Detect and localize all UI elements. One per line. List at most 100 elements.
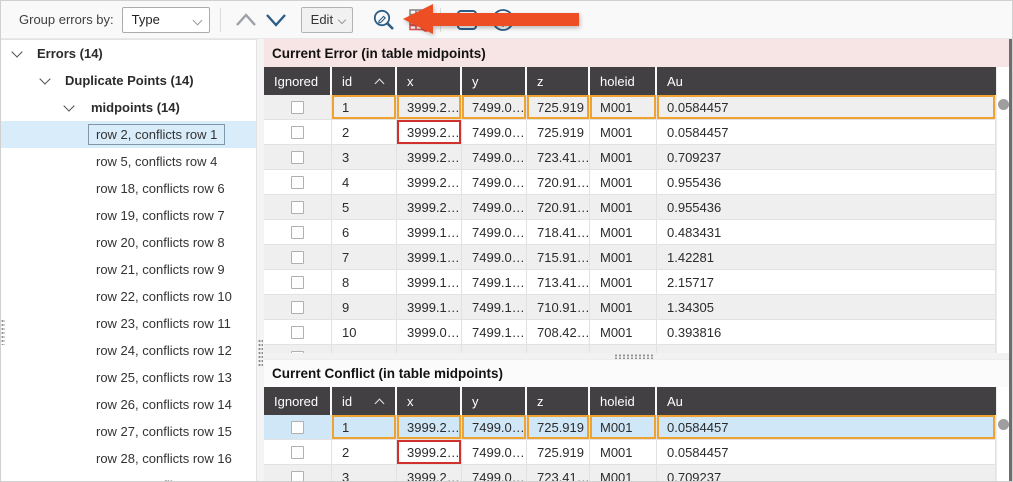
ignored-checkbox[interactable] xyxy=(291,251,304,264)
tree-item-conflict-row[interactable]: row 27, conflicts row 15 xyxy=(1,418,256,445)
ignored-checkbox[interactable] xyxy=(291,446,304,459)
x-cell[interactable]: 3999.2… xyxy=(397,440,462,465)
x-cell[interactable]: 3999.0… xyxy=(397,345,462,353)
tree-item-conflict-row[interactable]: row 5, conflicts row 4 xyxy=(1,148,256,175)
y-cell[interactable]: 7499.0… xyxy=(462,120,527,145)
column-header-y[interactable]: y xyxy=(462,387,527,415)
x-cell[interactable]: 3999.2… xyxy=(397,465,462,482)
table-row[interactable]: 83999.1…7499.1…713.41…M0012.15717 xyxy=(264,270,996,295)
holeid-cell[interactable]: M001 xyxy=(590,245,657,270)
holeid-cell[interactable]: M001 xyxy=(590,320,657,345)
y-cell[interactable]: 7499.1… xyxy=(462,270,527,295)
table-row[interactable]: 33999.2…7499.0…723.41…M0010.709237 xyxy=(264,465,996,482)
table-row[interactable]: 33999.2…7499.0…723.41…M0010.709237 xyxy=(264,145,996,170)
vertical-splitter-grip[interactable] xyxy=(258,339,263,367)
id-cell[interactable]: 5 xyxy=(332,195,397,220)
id-cell[interactable]: 6 xyxy=(332,220,397,245)
query-filter-button[interactable] xyxy=(369,5,399,35)
table-row[interactable]: 23999.2…7499.0…725.919M0010.0584457 xyxy=(264,120,996,145)
y-cell[interactable]: 7499.1… xyxy=(462,320,527,345)
table-row[interactable]: 13999.2…7499.0…725.919M0010.0584457 xyxy=(264,415,996,440)
table-row[interactable]: 73999.1…7499.0…715.91…M0011.42281 xyxy=(264,245,996,270)
holeid-cell[interactable]: M001 xyxy=(590,345,657,353)
id-cell[interactable]: 8 xyxy=(332,270,397,295)
holeid-cell[interactable]: M001 xyxy=(590,170,657,195)
x-cell[interactable]: 3999.1… xyxy=(397,295,462,320)
tree-group-duplicate[interactable]: Duplicate Points (14) xyxy=(1,67,256,94)
z-cell[interactable]: 720.91… xyxy=(527,195,590,220)
column-header-holeid[interactable]: holeid xyxy=(590,67,657,95)
tree-item-conflict-row[interactable]: row 23, conflicts row 11 xyxy=(1,310,256,337)
conflict-table-scrollbar[interactable] xyxy=(996,387,1009,482)
holeid-cell[interactable]: M001 xyxy=(590,120,657,145)
column-header-x[interactable]: x xyxy=(397,67,462,95)
y-cell[interactable]: 7499.0… xyxy=(462,220,527,245)
table-row[interactable]: 13999.2…7499.0…725.919M0010.0584457 xyxy=(264,95,996,120)
tree-item-conflict-row[interactable]: row 28, conflicts row 16 xyxy=(1,445,256,472)
x-cell[interactable]: 3999.2… xyxy=(397,195,462,220)
ignored-checkbox[interactable] xyxy=(291,101,304,114)
tree-item-conflict-row[interactable]: row 25, conflicts row 13 xyxy=(1,364,256,391)
conflict-scrollbar-thumb[interactable] xyxy=(998,419,1009,430)
au-cell[interactable]: 2.15717 xyxy=(657,270,996,295)
x-cell[interactable]: 3999.1… xyxy=(397,220,462,245)
group-by-dropdown[interactable]: Type xyxy=(122,7,210,33)
z-cell[interactable]: 720.91… xyxy=(527,170,590,195)
id-cell[interactable]: 4 xyxy=(332,170,397,195)
column-header-ignored[interactable]: Ignored xyxy=(264,387,332,415)
column-header-ignored[interactable]: Ignored xyxy=(264,67,332,95)
x-cell[interactable]: 3999.0… xyxy=(397,320,462,345)
column-header-z[interactable]: z xyxy=(527,387,590,415)
horizontal-splitter-grip[interactable] xyxy=(614,354,654,359)
error-table-scrollbar[interactable] xyxy=(996,67,1009,353)
au-cell[interactable]: 0.709237 xyxy=(657,465,996,482)
ignored-checkbox[interactable] xyxy=(291,421,304,434)
column-header-z[interactable]: z xyxy=(527,67,590,95)
z-cell[interactable]: 725.919 xyxy=(527,440,590,465)
holeid-cell[interactable]: M001 xyxy=(590,465,657,482)
left-splitter-grip[interactable] xyxy=(1,319,5,345)
z-cell[interactable]: 705.92… xyxy=(527,345,590,353)
table-row[interactable]: 43999.2…7499.0…720.91…M0010.955436 xyxy=(264,170,996,195)
table-row[interactable]: 103999.0…7499.1…708.42…M0010.393816 xyxy=(264,320,996,345)
column-header-id[interactable]: id xyxy=(332,387,397,415)
id-cell[interactable]: 11 xyxy=(332,345,397,353)
x-cell[interactable]: 3999.1… xyxy=(397,270,462,295)
z-cell[interactable]: 713.41… xyxy=(527,270,590,295)
x-cell[interactable]: 3999.2… xyxy=(397,415,462,440)
z-cell[interactable]: 725.919 xyxy=(527,415,590,440)
holeid-cell[interactable]: M001 xyxy=(590,295,657,320)
z-cell[interactable]: 708.42… xyxy=(527,320,590,345)
au-cell[interactable]: 0.955436 xyxy=(657,195,996,220)
column-header-au[interactable]: Au xyxy=(657,67,996,95)
table-row[interactable]: 53999.2…7499.0…720.91…M0010.955436 xyxy=(264,195,996,220)
edit-dropdown-button[interactable]: Edit xyxy=(301,7,353,33)
ignored-checkbox[interactable] xyxy=(291,471,304,482)
error-scrollbar-thumb[interactable] xyxy=(998,99,1009,110)
au-cell[interactable]: 0.0584457 xyxy=(657,440,996,465)
holeid-cell[interactable]: M001 xyxy=(590,270,657,295)
previous-error-button[interactable] xyxy=(231,6,261,34)
y-cell[interactable]: 7499.0… xyxy=(462,195,527,220)
y-cell[interactable]: 7499.0… xyxy=(462,465,527,482)
id-cell[interactable]: 2 xyxy=(332,440,397,465)
x-cell[interactable]: 3999.2… xyxy=(397,95,462,120)
x-cell[interactable]: 3999.2… xyxy=(397,145,462,170)
tree-group-errors[interactable]: Errors (14) xyxy=(1,40,256,67)
tree-item-conflict-row[interactable]: row 18, conflicts row 6 xyxy=(1,175,256,202)
holeid-cell[interactable]: M001 xyxy=(590,95,657,120)
tree-item-conflict-row[interactable]: row 20, conflicts row 8 xyxy=(1,229,256,256)
x-cell[interactable]: 3999.1… xyxy=(397,245,462,270)
column-header-holeid[interactable]: holeid xyxy=(590,387,657,415)
au-cell[interactable]: 0.425043 xyxy=(657,345,996,353)
y-cell[interactable]: 7499.1… xyxy=(462,345,527,353)
au-cell[interactable]: 0.0584457 xyxy=(657,415,996,440)
column-header-x[interactable]: x xyxy=(397,387,462,415)
id-cell[interactable]: 7 xyxy=(332,245,397,270)
id-cell[interactable]: 1 xyxy=(332,415,397,440)
column-header-id[interactable]: id xyxy=(332,67,397,95)
table-row[interactable]: 23999.2…7499.0…725.919M0010.0584457 xyxy=(264,440,996,465)
vertical-splitter[interactable] xyxy=(257,39,264,482)
ignored-checkbox[interactable] xyxy=(291,176,304,189)
x-cell[interactable]: 3999.2… xyxy=(397,170,462,195)
